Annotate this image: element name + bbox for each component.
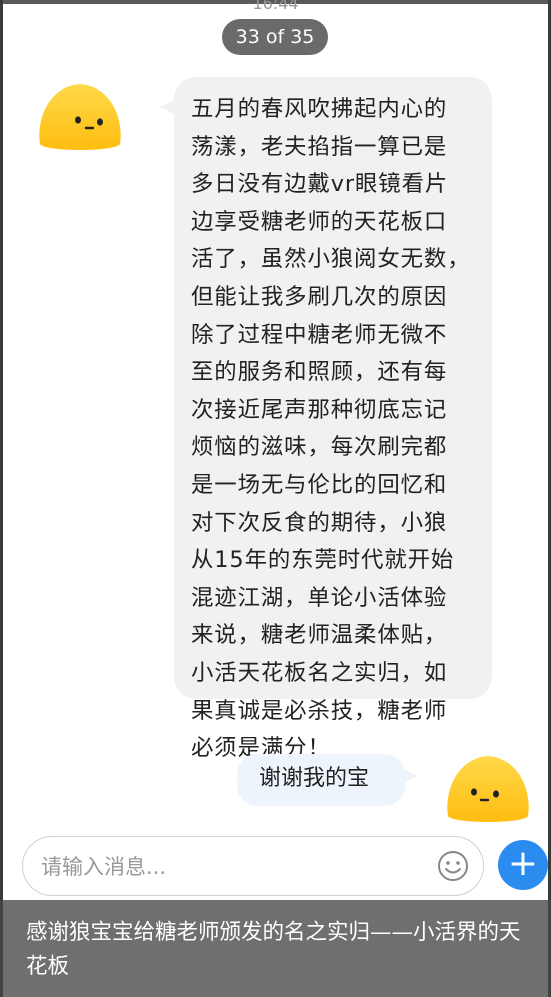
left-frame-edge <box>0 0 3 997</box>
status-time: 16:44 <box>252 0 299 13</box>
user-avatar-icon[interactable] <box>444 754 532 826</box>
image-counter: 33 of 35 <box>222 19 328 55</box>
emoji-picker-icon[interactable] <box>436 849 470 883</box>
image-caption: 感谢狼宝宝给糖老师颁发的名之实归——小活界的天花板 <box>26 920 521 979</box>
sent-message-bubble: 谢谢我的宝 <box>237 754 405 806</box>
sent-bubble-tail <box>403 768 417 784</box>
contact-avatar-icon[interactable] <box>36 82 124 154</box>
add-attachment-button[interactable]: + <box>498 840 548 890</box>
received-message-bubble: 五月的春风吹拂起内心的 荡漾，老夫掐指一算已是 多日没有边戴vr眼镜看片 边享受… <box>174 77 492 761</box>
message-input[interactable] <box>39 849 423 885</box>
message-input-bar <box>22 836 484 896</box>
